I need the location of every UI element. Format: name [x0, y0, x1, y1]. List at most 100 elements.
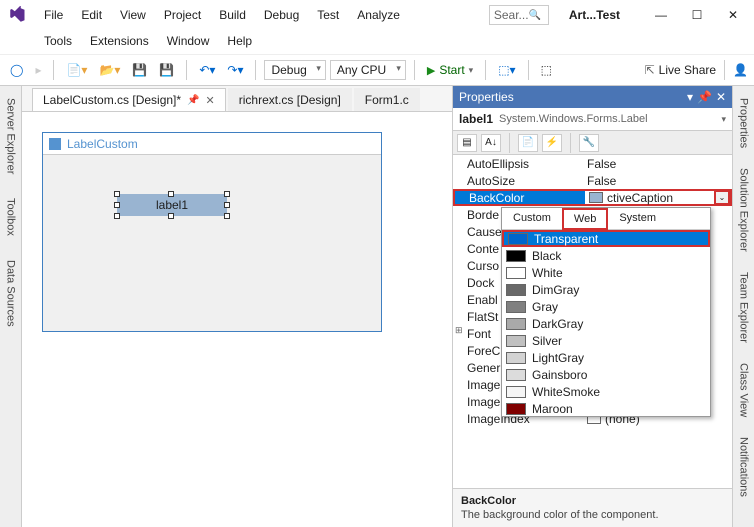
pin-icon[interactable]: 📌 — [187, 95, 199, 106]
color-swatch — [506, 386, 526, 398]
categorized-button[interactable]: ▤ — [457, 134, 477, 152]
nav-fwd-button[interactable]: ▸ — [31, 61, 45, 79]
form-icon — [49, 138, 61, 150]
tab-solution[interactable]: Solution Explorer — [736, 162, 752, 258]
menu-debug[interactable]: Debug — [256, 4, 307, 26]
color-item[interactable]: DimGray — [502, 281, 710, 298]
color-swatch — [506, 301, 526, 313]
desc-body: The background color of the component. — [461, 509, 724, 521]
step-button[interactable]: ⬚▾ — [494, 61, 519, 79]
minimize-button[interactable]: — — [646, 5, 676, 25]
autohide-icon[interactable]: ▾ — [687, 90, 693, 104]
platform-combo[interactable]: Any CPU — [330, 60, 406, 80]
chevron-down-icon[interactable]: ▾ — [721, 114, 726, 125]
vs-logo — [6, 4, 28, 26]
color-item[interactable]: White — [502, 264, 710, 281]
color-item[interactable]: LightGray — [502, 349, 710, 366]
object-type: System.Windows.Forms.Label — [499, 113, 648, 125]
liveshare-button[interactable]: Live Share — [659, 63, 716, 77]
menu-build[interactable]: Build — [211, 4, 254, 26]
alphabetical-button[interactable]: A↓ — [481, 134, 501, 152]
color-swatch — [506, 369, 526, 381]
colorpicker-tab-system[interactable]: System — [608, 208, 667, 229]
menu-project[interactable]: Project — [156, 4, 209, 26]
selection-handle[interactable] — [224, 213, 230, 219]
menu-file[interactable]: File — [36, 4, 71, 26]
color-item[interactable]: Gainsboro — [502, 366, 710, 383]
redo-button[interactable]: ↷▾ — [223, 61, 247, 79]
desc-title: BackColor — [461, 495, 724, 507]
doc-tab-2[interactable]: richrext.cs [Design] — [228, 88, 352, 111]
menu-window[interactable]: Window — [159, 30, 218, 54]
selection-handle[interactable] — [114, 202, 120, 208]
nav-back-button[interactable]: ◯ — [6, 61, 27, 79]
selection-handle[interactable] — [114, 213, 120, 219]
new-file-button[interactable]: 📄▾ — [62, 61, 91, 79]
tab-team[interactable]: Team Explorer — [736, 266, 752, 349]
tab-class[interactable]: Class View — [736, 357, 752, 423]
project-name: Art...Test — [555, 8, 634, 22]
start-button[interactable]: ▶ Start ▾ — [423, 61, 477, 79]
color-swatch — [508, 233, 528, 245]
color-swatch — [506, 267, 526, 279]
close-icon[interactable]: ✕ — [716, 90, 726, 104]
tab-server-explorer[interactable]: Server Explorer — [3, 92, 19, 180]
selection-handle[interactable] — [224, 202, 230, 208]
menu-analyze[interactable]: Analyze — [349, 4, 408, 26]
play-icon: ▶ — [427, 64, 435, 77]
menu-help[interactable]: Help — [219, 30, 260, 54]
menu-edit[interactable]: Edit — [73, 4, 110, 26]
properties-header[interactable]: Properties ▾ 📌 ✕ — [453, 86, 732, 108]
color-swatch — [506, 250, 526, 262]
prop-row[interactable]: AutoEllipsisFalse — [453, 155, 732, 172]
events-button[interactable]: ⚡ — [542, 134, 562, 152]
colorpicker-list[interactable]: TransparentBlackWhiteDimGrayGrayDarkGray… — [502, 230, 710, 416]
tab-properties[interactable]: Properties — [736, 92, 752, 154]
selection-handle[interactable] — [168, 191, 174, 197]
tab-notifications[interactable]: Notifications — [736, 431, 752, 503]
color-item[interactable]: Maroon — [502, 400, 710, 416]
menu-view[interactable]: View — [112, 4, 154, 26]
wrench-button[interactable]: 🔧 — [579, 134, 599, 152]
prop-row-backcolor[interactable]: BackColor ctiveCaption⌄ — [453, 189, 732, 206]
search-icon: 🔍 — [529, 10, 544, 21]
colorpicker-tab-web[interactable]: Web — [562, 208, 608, 230]
color-item[interactable]: DarkGray — [502, 315, 710, 332]
dropdown-button[interactable]: ⌄ — [714, 190, 730, 205]
colorpicker-tab-custom[interactable]: Custom — [502, 208, 562, 229]
search-box[interactable]: Sear... 🔍 — [489, 5, 549, 25]
pin-icon[interactable]: 📌 — [697, 90, 712, 104]
object-name: label1 — [459, 112, 493, 126]
menu-test[interactable]: Test — [309, 4, 347, 26]
selection-handle[interactable] — [168, 213, 174, 219]
misc-button[interactable]: ⬚ — [537, 61, 556, 79]
properties-button[interactable]: 📄 — [518, 134, 538, 152]
account-icon[interactable]: 👤 — [733, 63, 748, 77]
save-button[interactable]: 💾 — [128, 61, 151, 79]
menu-extensions[interactable]: Extensions — [82, 30, 157, 54]
tab-data-sources[interactable]: Data Sources — [3, 254, 19, 333]
close-icon[interactable]: ✕ — [206, 94, 215, 107]
close-button[interactable]: ✕ — [718, 5, 748, 25]
color-item[interactable]: Gray — [502, 298, 710, 315]
form-window[interactable]: LabelCustom — [42, 132, 382, 332]
open-button[interactable]: 📂▾ — [95, 61, 124, 79]
color-item[interactable]: WhiteSmoke — [502, 383, 710, 400]
prop-row[interactable]: AutoSizeFalse — [453, 172, 732, 189]
selection-handle[interactable] — [114, 191, 120, 197]
doc-tab-active[interactable]: LabelCustom.cs [Design]* 📌 ✕ — [32, 88, 226, 111]
tab-toolbox[interactable]: Toolbox — [3, 192, 19, 242]
menu-tools[interactable]: Tools — [36, 30, 80, 54]
save-all-button[interactable]: 💾 — [155, 61, 178, 79]
maximize-button[interactable]: ☐ — [682, 5, 712, 25]
color-item[interactable]: Silver — [502, 332, 710, 349]
color-swatch — [506, 318, 526, 330]
doc-tab-3[interactable]: Form1.c — [354, 88, 420, 111]
expand-icon[interactable]: ⊞ — [455, 325, 463, 336]
search-placeholder: Sear... — [494, 8, 529, 22]
config-combo[interactable]: Debug — [264, 60, 325, 80]
color-item[interactable]: Black — [502, 247, 710, 264]
color-item[interactable]: Transparent — [502, 230, 710, 247]
undo-button[interactable]: ↶▾ — [195, 61, 219, 79]
selection-handle[interactable] — [224, 191, 230, 197]
